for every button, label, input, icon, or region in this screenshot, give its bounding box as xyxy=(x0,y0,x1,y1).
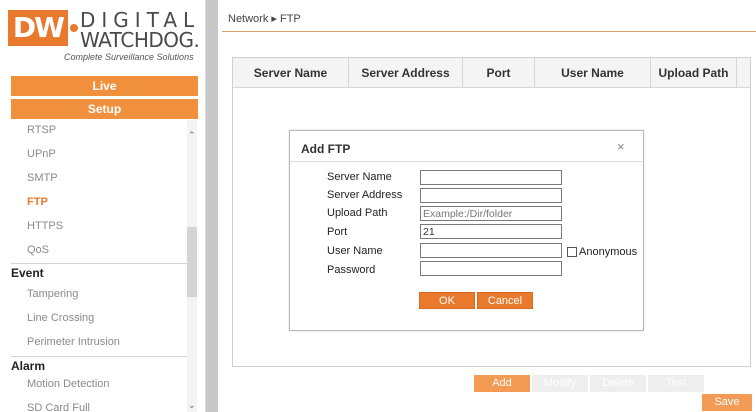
scroll-thumb[interactable] xyxy=(187,227,197,297)
menu-item-smtp[interactable]: SMTP xyxy=(27,172,58,184)
server-name-label: Server Name xyxy=(327,171,392,183)
user-name-input[interactable] xyxy=(420,243,562,258)
server-address-label: Server Address xyxy=(327,189,403,201)
port-label: Port xyxy=(327,226,348,238)
column-user-name: User Name xyxy=(535,58,651,88)
anonymous-option[interactable]: Anonymous xyxy=(567,246,637,258)
menu-item-qos[interactable]: QoS xyxy=(27,244,49,256)
server-address-input[interactable] xyxy=(420,188,562,203)
logo-tagline: Complete Surveillance Solutions xyxy=(64,52,194,62)
add-ftp-dialog: Add FTP × Server Name Server Address Upl… xyxy=(289,130,644,331)
modify-button[interactable]: Modify xyxy=(532,375,588,392)
live-button[interactable]: Live xyxy=(11,76,198,96)
column-server-name: Server Name xyxy=(233,58,349,88)
anonymous-checkbox[interactable] xyxy=(567,247,577,257)
menu-scrollbar[interactable]: ⌃ ⌄ xyxy=(187,120,197,412)
add-button[interactable]: Add xyxy=(474,375,530,392)
sidebar-divider[interactable] xyxy=(206,0,218,412)
upload-path-label: Upload Path xyxy=(327,207,388,219)
menu-group-alarm[interactable]: Alarm xyxy=(11,356,187,373)
save-button[interactable]: Save xyxy=(702,394,752,411)
ok-button[interactable]: OK xyxy=(419,292,475,309)
column-upload-path: Upload Path xyxy=(651,58,737,88)
chevron-down-icon[interactable]: ⌄ xyxy=(188,400,196,411)
settings-menu: RTSP UPnP SMTP FTP HTTPS QoS Event Tampe… xyxy=(11,120,198,412)
breadcrumb: Network ▸ FTP xyxy=(228,13,301,25)
password-label: Password xyxy=(327,264,376,276)
server-name-input[interactable] xyxy=(420,170,562,185)
logo-line-2: WATCHDOG. xyxy=(80,28,200,52)
port-input[interactable] xyxy=(420,224,562,239)
menu-item-https[interactable]: HTTPS xyxy=(27,220,63,232)
dialog-divider xyxy=(290,161,643,162)
breadcrumb-underline xyxy=(222,31,756,32)
table-header: Server Name Server Address Port User Nam… xyxy=(233,58,750,88)
dialog-title: Add FTP xyxy=(301,142,351,156)
test-button[interactable]: Test xyxy=(648,375,704,392)
menu-item-perimeter-intrusion[interactable]: Perimeter Intrusion xyxy=(27,336,120,348)
column-server-address: Server Address xyxy=(349,58,463,88)
column-port: Port xyxy=(463,58,535,88)
chevron-up-icon[interactable]: ⌃ xyxy=(188,130,196,141)
menu-item-ftp[interactable]: FTP xyxy=(27,196,48,208)
logo-mark: DW xyxy=(8,10,68,46)
setup-button[interactable]: Setup xyxy=(11,99,198,119)
menu-item-upnp[interactable]: UPnP xyxy=(27,148,56,160)
upload-path-input[interactable] xyxy=(420,206,562,221)
close-icon[interactable]: × xyxy=(617,139,625,154)
logo-dot xyxy=(70,24,78,32)
password-input[interactable] xyxy=(420,261,562,276)
sidebar: DW DIGITAL WATCHDOG. Complete Surveillan… xyxy=(0,0,206,412)
menu-item-tampering[interactable]: Tampering xyxy=(27,288,78,300)
anonymous-label: Anonymous xyxy=(579,246,638,258)
menu-item-motion-detection[interactable]: Motion Detection xyxy=(27,378,110,390)
delete-button[interactable]: Delete xyxy=(590,375,646,392)
menu-item-line-crossing[interactable]: Line Crossing xyxy=(27,312,94,324)
cancel-button[interactable]: Cancel xyxy=(477,292,533,309)
user-name-label: User Name xyxy=(327,245,383,257)
menu-item-sd-card-full[interactable]: SD Card Full xyxy=(27,402,90,412)
menu-item-rtsp[interactable]: RTSP xyxy=(27,124,56,136)
brand-logo: DW DIGITAL WATCHDOG. Complete Surveillan… xyxy=(8,4,200,64)
menu-group-event[interactable]: Event xyxy=(11,263,187,280)
